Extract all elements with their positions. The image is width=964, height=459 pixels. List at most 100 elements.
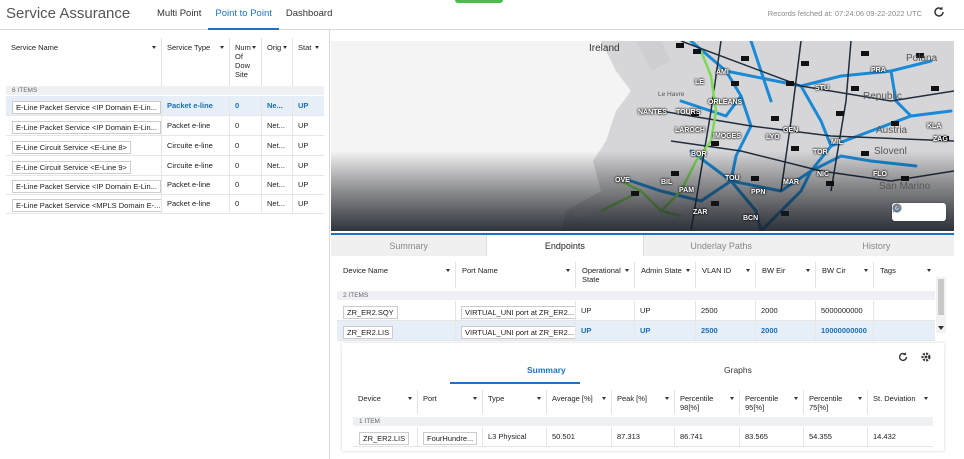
device: ZR_ER2.LIS (359, 432, 410, 445)
down-site-count: 0 (230, 194, 262, 213)
col-peak[interactable]: Peak [%] (612, 390, 675, 414)
tab-multi-point[interactable]: Multi Point (150, 0, 208, 30)
col-orig[interactable]: Orig (262, 38, 293, 86)
tab-underlay-paths[interactable]: Underlay Paths (644, 235, 799, 256)
origin: Net... (262, 116, 293, 135)
percentile-98: 86.741 (675, 427, 740, 446)
scrollbar-thumb[interactable] (938, 279, 944, 315)
col-label: Port (423, 394, 437, 403)
col-average[interactable]: Average [%] (547, 390, 612, 414)
table-row[interactable]: ZR_ER2.LIS FourHundre... L3 Physical 50.… (353, 427, 933, 447)
origin: Net... (262, 156, 293, 175)
map-label: Vigo (573, 211, 586, 218)
map-label: NANTES (638, 109, 667, 116)
settings-gear-icon[interactable] (920, 351, 932, 365)
sort-caret-icon (566, 269, 570, 272)
sort-caret-icon (686, 269, 690, 272)
tab-point-to-point[interactable]: Point to Point (208, 0, 279, 30)
tab-graphs[interactable]: Graphs (724, 365, 752, 375)
origin: Net... (262, 194, 293, 213)
sort-caret-icon (220, 46, 224, 49)
service-name: E-Line Packet Service <IP Domain E-Lin..… (12, 121, 161, 134)
col-device-name[interactable]: Device Name (337, 262, 456, 288)
refresh-icon[interactable] (897, 351, 909, 365)
col-operational-state[interactable]: Operational State (576, 262, 635, 288)
col-percentile-95[interactable]: Percentile 95[%] (740, 390, 804, 414)
map-label: TOURS (676, 109, 701, 116)
col-label: Num Of Dow Site (235, 43, 251, 79)
col-label: VLAN ID (702, 266, 732, 275)
origin: Net... (262, 175, 293, 194)
tab-history[interactable]: History (799, 235, 954, 256)
sort-caret-icon (252, 46, 256, 49)
table-row[interactable]: E-Line Circuit Service <E-Line 8> Circui… (6, 136, 324, 156)
sort-caret-icon (446, 269, 450, 272)
map-label: PRA (871, 67, 886, 74)
col-percentile-98[interactable]: Percentile 98[%] (675, 390, 740, 414)
map-label: NIC (817, 171, 830, 178)
status-indicator (455, 0, 503, 3)
map-controls (892, 203, 946, 221)
tab-metrics-summary[interactable]: Summary (527, 365, 566, 375)
main-nav: Multi Point Point to Point Dashboard (150, 0, 339, 30)
tab-summary[interactable]: Summary (331, 235, 486, 256)
sort-caret-icon (858, 397, 862, 400)
col-admin-state[interactable]: Admin State (635, 262, 696, 288)
col-bw-eir[interactable]: BW Eir (756, 262, 816, 288)
col-label: BW Eir (762, 266, 786, 275)
network-map[interactable]: Ireland Polana PRA AMI STU Republic LE L… (331, 41, 954, 231)
service-name: E-Line Packet Service <IP Domain E-Lin..… (12, 180, 161, 193)
table-row[interactable]: E-Line Packet Service <IP Domain E-Lin..… (6, 116, 324, 136)
col-label: Orig (267, 43, 282, 52)
col-num-down-site[interactable]: Num Of Dow Site (230, 38, 262, 86)
sort-caret-icon (924, 397, 928, 400)
table-row[interactable]: ZR_ER2.LIS VIRTUAL_UNI port at ZR_ER2...… (337, 321, 935, 341)
tags (874, 301, 935, 320)
col-label: BW Cir (822, 266, 846, 275)
sort-caret-icon (794, 397, 798, 400)
map-label: AMI (716, 69, 729, 76)
col-status[interactable]: Stat (293, 38, 324, 86)
col-tags[interactable]: Tags (874, 262, 936, 288)
sort-caret-icon (473, 397, 477, 400)
table-row[interactable]: E-Line Packet Service <MPLS Domain E-...… (6, 194, 324, 214)
map-label: GEN (783, 127, 799, 134)
origin: Ne... (262, 96, 293, 115)
col-label: St. Deviation (873, 394, 916, 403)
sort-caret-icon (602, 397, 606, 400)
tab-endpoints[interactable]: Endpoints (486, 235, 644, 256)
refresh-icon[interactable] (932, 5, 946, 19)
col-percentile-75[interactable]: Percentile 75[%] (804, 390, 868, 414)
table-row[interactable]: E-Line Packet Service <IP Domain E-Lin..… (6, 96, 324, 116)
col-service-name[interactable]: Service Name (6, 38, 162, 86)
col-port-name[interactable]: Port Name (456, 262, 576, 288)
map-label: PPN (751, 189, 766, 196)
map-label: LYO (766, 134, 780, 141)
operational-state: UP (576, 321, 635, 340)
device-name: ZR_ER2.SQY (343, 306, 398, 319)
map-label: Polana (906, 53, 938, 64)
col-type[interactable]: Type (483, 390, 547, 414)
col-device[interactable]: Device (353, 390, 418, 414)
col-bw-cir[interactable]: BW Cir (816, 262, 874, 288)
col-st-deviation[interactable]: St. Deviation (868, 390, 933, 414)
service-type: Packet e-line (162, 194, 230, 213)
service-type: Packet e-line (162, 116, 230, 135)
endpoints-scrollbar[interactable] (936, 277, 946, 333)
col-vlan-id[interactable]: VLAN ID (696, 262, 756, 288)
scroll-down-icon[interactable] (938, 326, 944, 330)
service-name: E-Line Circuit Service <E-Line 9> (12, 161, 131, 174)
col-service-type[interactable]: Service Type (162, 38, 230, 86)
table-row[interactable]: E-Line Packet Service <IP Domain E-Lin..… (6, 175, 324, 195)
table-row[interactable]: ZR_ER2.SQY VIRTUAL_UNI port at ZR_ER2...… (337, 301, 935, 321)
map-label: BOR (691, 151, 707, 158)
table-row[interactable]: E-Line Circuit Service <E-Line 9> Circui… (6, 156, 324, 176)
group-header: 2 ITEMS (337, 291, 935, 300)
map-label: Austria (876, 125, 908, 136)
status: UP (298, 180, 309, 189)
down-site-count: 0 (230, 175, 262, 194)
app-title: Service Assurance (6, 5, 131, 22)
tab-dashboard[interactable]: Dashboard (279, 0, 339, 30)
device-name: ZR_ER2.LIS (343, 326, 394, 339)
col-port[interactable]: Port (418, 390, 483, 414)
